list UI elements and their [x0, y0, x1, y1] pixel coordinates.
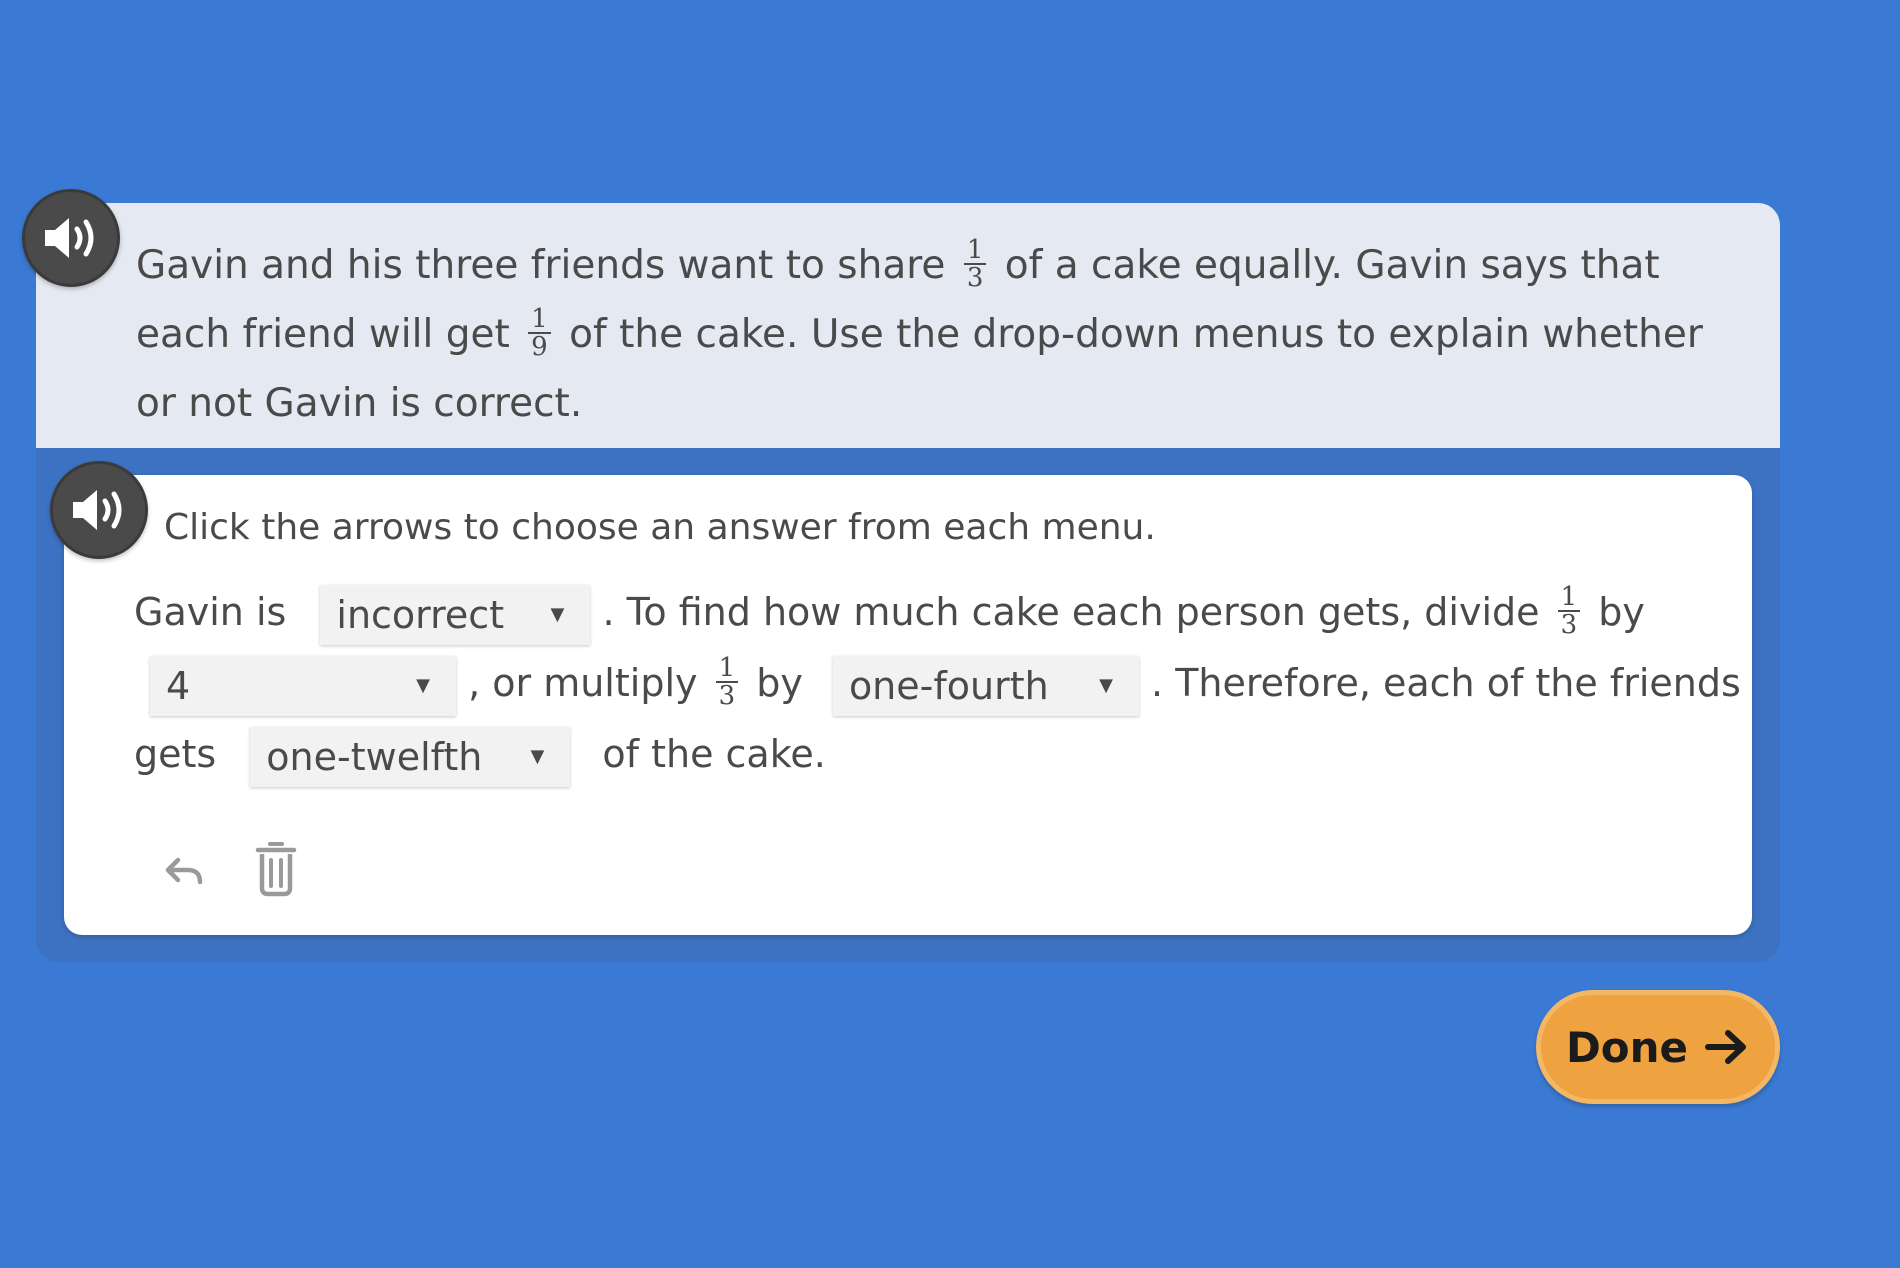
answer-card: Click the arrows to choose an answer fro…	[64, 475, 1752, 935]
caret-down-icon[interactable]: ▼	[530, 727, 544, 787]
dropdown-value: one-fourth	[848, 663, 1049, 708]
fraction-one-third: 13	[963, 237, 987, 293]
instruction-text: Click the arrows to choose an answer fro…	[164, 507, 1156, 548]
prompt-text-segment: Gavin and his three friends want to shar…	[136, 243, 946, 288]
answer-text: by	[1598, 590, 1645, 634]
fraction-denominator: 3	[1560, 609, 1578, 640]
answer-text: gets	[134, 732, 217, 776]
fraction-one-third: 13	[715, 655, 739, 711]
prompt-text-segment: or not Gavin is correct.	[136, 381, 583, 426]
correctness-dropdown[interactable]: incorrect ▼	[320, 584, 591, 645]
answer-text: . To find how much cake each person gets…	[602, 590, 1540, 634]
question-prompt: Gavin and his three friends want to shar…	[36, 203, 1780, 448]
multiplier-dropdown[interactable]: one-fourth ▼	[832, 655, 1139, 716]
caret-down-icon[interactable]: ▼	[416, 656, 430, 716]
dropdown-value: incorrect	[336, 592, 505, 637]
undo-icon	[165, 857, 203, 885]
caret-down-icon[interactable]: ▼	[1099, 656, 1113, 716]
done-label: Done	[1565, 1022, 1689, 1072]
speaker-icon	[73, 490, 122, 530]
answer-text: . Therefore, each of the friends	[1151, 661, 1741, 705]
prompt-text-segment: of the cake. Use the drop-down menus to …	[569, 312, 1703, 357]
trash-icon	[255, 842, 297, 897]
fraction-numerator: 1	[528, 306, 551, 334]
answer-line-2: 4 ▼ , or multiply 13 by one-fourth ▼ . The…	[150, 653, 1741, 716]
fraction-denominator: 9	[531, 331, 548, 362]
answer-line-3: gets one-twelfth ▼ of the cake.	[134, 724, 826, 787]
divisor-dropdown[interactable]: 4 ▼	[150, 655, 456, 716]
arrow-right-icon	[1705, 1030, 1747, 1064]
prompt-audio-button[interactable]	[22, 189, 120, 287]
dropdown-value: 4	[166, 663, 191, 708]
result-dropdown[interactable]: one-twelfth ▼	[250, 726, 571, 787]
dropdown-value: one-twelfth	[266, 734, 483, 779]
instruction-audio-button[interactable]	[50, 461, 148, 559]
fraction-denominator: 3	[718, 680, 736, 711]
fraction-numerator: 1	[963, 237, 987, 265]
done-button[interactable]: Done	[1536, 990, 1780, 1104]
fraction-numerator: 1	[1557, 584, 1581, 612]
fraction-numerator: 1	[715, 655, 739, 683]
prompt-text-segment: of a cake equally. Gavin says that	[1004, 243, 1660, 288]
undo-button[interactable]	[152, 838, 216, 902]
prompt-text-segment: each friend will get	[136, 312, 510, 357]
answer-text: of the cake.	[602, 732, 826, 776]
caret-down-icon[interactable]: ▼	[551, 585, 565, 645]
speaker-icon	[45, 218, 94, 258]
answer-text: Gavin is	[134, 590, 287, 634]
fraction-one-ninth: 19	[528, 306, 551, 360]
fraction-denominator: 3	[966, 262, 984, 293]
answer-text: by	[756, 661, 803, 705]
answer-text: , or multiply	[468, 661, 698, 705]
prompt-text: Gavin and his three friends want to shar…	[136, 231, 1766, 438]
delete-button[interactable]	[244, 830, 308, 906]
answer-line-1: Gavin is incorrect ▼ . To find how much c…	[134, 582, 1645, 645]
fraction-one-third: 13	[1557, 584, 1581, 640]
